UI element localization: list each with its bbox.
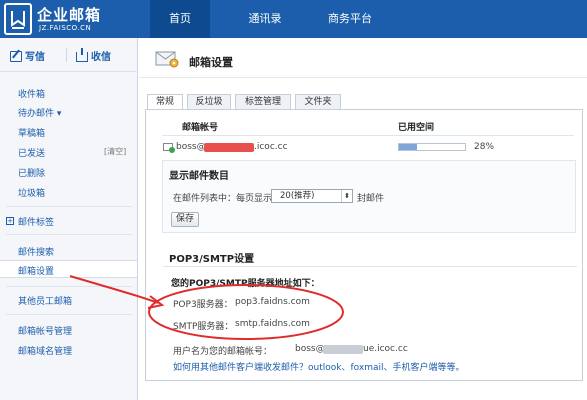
annotation-overlay [69, 275, 344, 340]
annotation-arrow [69, 275, 159, 304]
annotation-ellipse [148, 284, 344, 340]
